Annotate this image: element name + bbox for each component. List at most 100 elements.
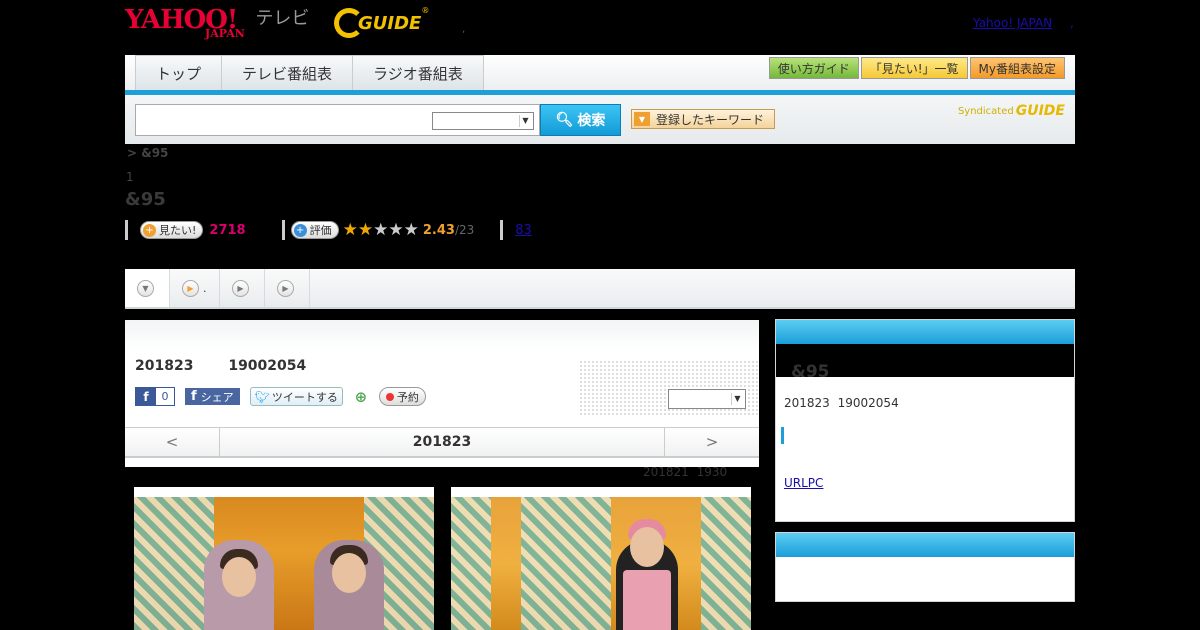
apron (623, 570, 671, 630)
stained-glass-decoration (701, 497, 751, 630)
play-icon: ▶ (277, 279, 294, 297)
syndicated-gguide-logo: Syndicated GUIDE (958, 103, 1065, 119)
facebook-like-count: 0 (156, 388, 174, 405)
prev-date-button[interactable]: < (125, 428, 220, 456)
want-button[interactable]: + 見たい! (140, 221, 204, 239)
reserve-label: 予約 (396, 390, 419, 404)
plus-icon: + (293, 223, 307, 237)
nav-tab-top[interactable]: トップ (135, 55, 223, 90)
rate-button[interactable]: + 評価 (290, 221, 339, 239)
global-nav: トップ テレビ番組表 ラジオ番組表 使い方ガイド 「見たい!」一覧 My番組表設… (125, 55, 1075, 95)
person-head (630, 527, 664, 567)
want-list-button[interactable]: 「見たい!」一覧 (860, 57, 968, 79)
photo-scene (451, 497, 751, 630)
pc-url-link[interactable]: URLPC (784, 476, 823, 490)
syndicated-logo-text: GUIDE (1015, 103, 1065, 119)
saved-keywords-button[interactable]: ▼ 登録したキーワード (631, 109, 775, 129)
content-tabs: ▼ ▶ . ▶ ▶ (125, 269, 1075, 309)
section-accent (781, 427, 784, 444)
sidebar-airtime: 201823 19002054 (784, 396, 899, 410)
sidebar-program-info: &95 201823 19002054 URLPC (775, 319, 1075, 522)
broadcast-panel: 201823 19002054 f 0 f シェア 🐦︎ ツイートする ⊕ 予約… (125, 320, 759, 467)
rating-count: /23 (454, 223, 475, 237)
twitter-bird-icon: 🐦︎ (254, 389, 270, 404)
my-schedule-settings-button[interactable]: My番組表設定 (969, 57, 1065, 79)
sidebar-header (776, 320, 1074, 344)
breadcrumb[interactable]: > &95 (127, 146, 168, 160)
want-button-label: 見たい! (159, 224, 197, 237)
nav-buttons: 使い方ガイド 「見たい!」一覧 My番組表設定 (768, 57, 1065, 79)
program-photo[interactable] (134, 487, 434, 630)
triangle-down-icon: ▼ (634, 112, 650, 126)
usage-guide-button[interactable]: 使い方ガイド (768, 57, 859, 79)
gguide-logo[interactable]: GUIDE ® (334, 6, 429, 40)
divider (125, 220, 128, 240)
page: YAHOO! JAPAN テレビ GUIDE ® , Yahoo! JAPAN … (0, 0, 1200, 630)
sidebar-title: &95 (791, 362, 830, 382)
nav-tab-radio-schedule[interactable]: ラジオ番組表 (353, 55, 484, 90)
chevron-down-icon: ▼ (519, 115, 531, 127)
person-head (222, 557, 256, 597)
chevron-down-icon: ▼ (731, 393, 743, 405)
person-head (332, 553, 366, 593)
header-link-separator: , (1070, 16, 1074, 30)
stained-glass-decoration (451, 497, 491, 630)
share-row: f 0 f シェア 🐦︎ ツイートする ⊕ 予約 (135, 387, 426, 406)
facebook-icon: f (191, 389, 197, 404)
record-dot-icon (385, 392, 394, 401)
broadcast-time: 201823 19002054 (135, 358, 307, 374)
sidebar-box (775, 532, 1075, 602)
nav-tabs: トップ テレビ番組表 ラジオ番組表 (135, 55, 484, 90)
divider (281, 220, 285, 240)
recorder-select[interactable]: ▼ (668, 389, 746, 409)
saved-keywords-label: 登録したキーワード (656, 112, 765, 127)
tab-4[interactable]: ▶ (265, 269, 310, 307)
stained-glass-decoration (521, 497, 611, 630)
play-icon: ▶ (232, 279, 249, 297)
yahoo-logo-sub: JAPAN (205, 27, 245, 40)
yahoo-tv-logo[interactable]: YAHOO! JAPAN テレビ (125, 6, 309, 42)
tab-1[interactable]: ▼ (125, 269, 170, 307)
star-icon: ★ (342, 220, 358, 240)
facebook-icon: f (136, 388, 156, 405)
star-icon: ★ (388, 220, 404, 240)
syndicated-label: Syndicated (957, 105, 1014, 117)
nav-tab-tv-schedule[interactable]: テレビ番組表 (222, 55, 354, 90)
search-category-select[interactable]: ▼ (432, 112, 534, 130)
program-photo[interactable] (451, 487, 751, 630)
star-rating: ★ ★ ★ ★ ★ (343, 220, 419, 240)
facebook-share-button[interactable]: f シェア (185, 388, 240, 405)
next-date-button[interactable]: > (664, 428, 759, 456)
page-title: &95 (125, 189, 166, 210)
program-stats: + 見たい! 2718 + 評価 ★ ★ ★ ★ ★ 2.43 /23 83 (125, 220, 532, 240)
photo-scene (134, 497, 434, 630)
date-navigation: < 201823 > (125, 427, 759, 458)
rate-button-label: 評価 (309, 224, 332, 237)
add-calendar-icon[interactable]: ⊕ (353, 388, 369, 406)
plus-icon: + (143, 223, 156, 237)
yahoo-japan-link[interactable]: Yahoo! JAPAN (973, 16, 1052, 30)
tweet-button[interactable]: 🐦︎ ツイートする (249, 387, 343, 406)
reserve-button[interactable]: 予約 (378, 387, 426, 406)
search-icon: 🔍︎ (555, 112, 574, 128)
stained-glass-decoration (134, 497, 214, 630)
search-button[interactable]: 🔍︎ 検索 (540, 104, 621, 136)
facebook-like-button[interactable]: f 0 (135, 387, 175, 406)
yahoo-logo: YAHOO! JAPAN (125, 6, 245, 40)
review-count-link[interactable]: 83 (515, 223, 532, 238)
tv-label: テレビ (255, 8, 310, 29)
rating-value: 2.43 (422, 222, 455, 238)
current-date: 201823 (412, 434, 472, 450)
search-bar: ▼ 🔍︎ 検索 ▼ 登録したキーワード Syndicated GUIDE (125, 95, 1075, 144)
star-icon: ★ (357, 220, 374, 240)
episode-marker: 1 (126, 170, 134, 184)
gguide-logo-text: GUIDE (358, 12, 422, 34)
star-icon: ★ (373, 220, 389, 240)
tab-2[interactable]: ▶ . (170, 269, 220, 307)
play-icon: ▶ (182, 279, 199, 297)
sidebar-header (776, 533, 1074, 557)
tab-3[interactable]: ▶ (220, 269, 265, 307)
updated-timestamp: 201821 1930 (643, 465, 728, 479)
facebook-share-label: シェア (200, 390, 234, 404)
header-separator: , (462, 24, 466, 35)
